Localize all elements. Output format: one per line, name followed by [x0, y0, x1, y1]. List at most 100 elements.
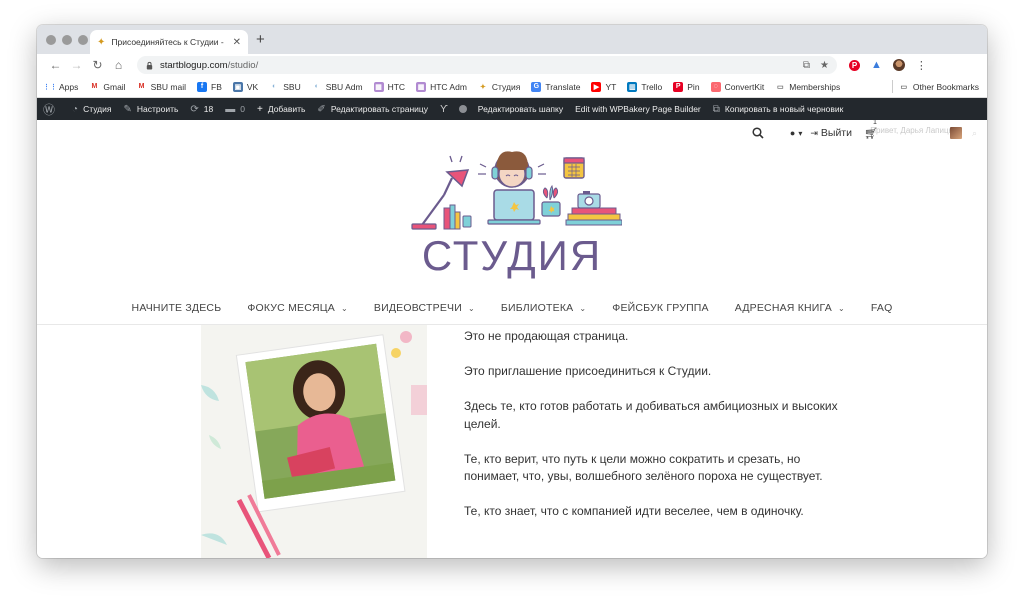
- close-tab-icon[interactable]: ✕: [233, 37, 241, 48]
- page-body-text: Это не продающая страница. Это приглашени…: [464, 328, 844, 538]
- bookmark-item[interactable]: ▶ YT: [591, 81, 616, 92]
- folder-icon: ▭: [776, 83, 784, 91]
- extension-icon[interactable]: ▲: [871, 59, 882, 71]
- translate-page-icon[interactable]: ⧉: [803, 60, 810, 71]
- adminbar-copy-draft-link[interactable]: ⧉ Копировать в новый черновик: [713, 104, 844, 115]
- logout-link[interactable]: ⇥ Выйти: [810, 127, 852, 139]
- bookmark-item[interactable]: f FB: [197, 81, 222, 92]
- htc-icon: ▦: [373, 81, 384, 92]
- adminbar-wpbakery-link[interactable]: Edit with WPBakery Page Builder: [575, 104, 701, 114]
- pinterest-extension-icon[interactable]: P: [849, 59, 860, 71]
- wordpress-icon: Ⓦ: [43, 102, 56, 117]
- zoom-window-button[interactable]: [78, 35, 88, 45]
- nav-item[interactable]: FAQ: [871, 302, 893, 314]
- bookmark-label: SBU: [283, 81, 301, 92]
- bookmark-item[interactable]: ⋮⋮ Apps: [43, 82, 78, 92]
- adminbar-add-new-link[interactable]: + Добавить: [257, 104, 305, 115]
- bookmark-label: Pin: [687, 81, 700, 92]
- bookmark-item[interactable]: ✦ Студия: [478, 82, 520, 92]
- bookmark-item[interactable]: ▭ Memberships: [775, 82, 840, 92]
- bookmarks-bar: ⋮⋮ Apps M Gmail M SBU mail f FB ▣ VK ◐ SBU ◐ SBU Adm ▦…: [37, 76, 987, 98]
- pencil-icon: ✐: [317, 103, 326, 115]
- adminbar-comments-link[interactable]: ▬ 0: [225, 104, 245, 115]
- nav-item-label: FAQ: [870, 302, 893, 314]
- hero-photo: [201, 325, 427, 558]
- bookmark-item[interactable]: ◐ SBU Adm: [312, 82, 363, 92]
- search-icon[interactable]: [752, 127, 764, 139]
- adminbar-yoast-link[interactable]: Ƴ: [440, 104, 453, 115]
- htc-icon: ▦: [416, 81, 427, 92]
- trello-icon: ▥: [627, 81, 638, 92]
- adminbar-site-link[interactable]: ◔ Студия: [72, 104, 111, 115]
- profile-avatar-icon[interactable]: [892, 59, 905, 71]
- chevron-down-icon: ⌄: [467, 303, 475, 313]
- studio-logo[interactable]: СТУДИЯ: [402, 150, 622, 280]
- sbu-icon: ◐: [272, 83, 277, 90]
- bookmark-item[interactable]: ▦ HTC: [373, 81, 405, 92]
- body-paragraph: Те, кто знает, что с компанией идти весе…: [464, 504, 804, 518]
- active-tab[interactable]: ✦ Присоединяйтесь к Студии - ✕: [90, 30, 248, 54]
- adminbar-customize-link[interactable]: ✎ Настроить: [123, 104, 178, 115]
- adminbar-edit-page-link[interactable]: ✐ Редактировать страницу: [317, 104, 428, 115]
- nav-item[interactable]: БИБЛИОТЕКА ⌄: [501, 302, 586, 314]
- nav-item[interactable]: НАЧНИТЕ ЗДЕСЬ: [132, 302, 222, 314]
- adminbar-edit-header-link[interactable]: Редактировать шапку: [478, 104, 563, 114]
- site-page: Привет, Дарья Лапицкая ● ▾ ⇥ Выйти 🛒︎ 1 ⌕: [37, 120, 987, 558]
- user-avatar[interactable]: [949, 127, 962, 139]
- user-icon: ●: [789, 128, 796, 138]
- studio-favicon-icon: ✦: [97, 36, 106, 48]
- chevron-down-icon: ▾: [798, 128, 803, 138]
- adminbar-seo-status[interactable]: [458, 105, 472, 113]
- bookmark-item[interactable]: P Pin: [673, 81, 700, 92]
- other-bookmarks-folder[interactable]: ▭ Other Bookmarks: [899, 82, 979, 92]
- bookmark-item[interactable]: ▦ HTC Adm: [416, 81, 467, 92]
- bookmark-label: ConvertKit: [724, 81, 765, 92]
- reload-icon[interactable]: ↻: [87, 58, 108, 72]
- folder-icon: ▭: [900, 83, 908, 91]
- bookmark-item[interactable]: M Gmail: [89, 82, 125, 92]
- minimize-window-button[interactable]: [62, 35, 72, 45]
- forward-icon[interactable]: →: [66, 58, 87, 72]
- bookmark-item[interactable]: M SBU mail: [137, 82, 186, 92]
- nav-item[interactable]: ФЕЙСБУК ГРУППА: [612, 302, 709, 314]
- address-bar[interactable]: startblogup.com/studio/ ⧉ ★: [137, 56, 837, 74]
- dashboard-icon: ◔: [72, 103, 79, 115]
- photo-collage-image: [201, 325, 427, 558]
- bookmark-item[interactable]: ◐ SBU: [269, 81, 301, 92]
- bookmark-label: SBU mail: [150, 81, 187, 92]
- bookmark-item[interactable]: ◌ ConvertKit: [710, 81, 765, 92]
- body-paragraph: Те, кто верит, что путь к цели можно сок…: [464, 451, 823, 484]
- seo-status-dot-icon: [458, 105, 467, 113]
- plus-icon: +: [257, 103, 263, 115]
- wordpress-logo-button[interactable]: Ⓦ: [43, 101, 60, 118]
- bookmark-star-icon[interactable]: ★: [820, 60, 829, 71]
- new-tab-button[interactable]: +: [256, 32, 265, 47]
- adminbar-updates-link[interactable]: ⟳ 18: [190, 104, 213, 115]
- menu-kebab-icon[interactable]: ⋮: [916, 59, 927, 72]
- bookmark-item[interactable]: ▣ VK: [232, 81, 258, 92]
- wp-admin-bar: Ⓦ ◔ Студия ✎ Настроить ⟳ 18 ▬ 0 + Добавить ✐ Р…: [37, 98, 987, 120]
- translate-icon: G: [531, 81, 542, 92]
- home-icon[interactable]: ⌂: [108, 58, 129, 72]
- back-icon[interactable]: ←: [45, 58, 66, 72]
- comments-count: 0: [240, 104, 245, 114]
- nav-item[interactable]: ВИДЕОВСТРЕЧИ ⌄: [374, 302, 475, 314]
- apps-grid-icon: ⋮⋮: [43, 83, 57, 91]
- comment-icon: ▬: [225, 103, 236, 115]
- bookmark-label: FB: [211, 81, 222, 92]
- bookmark-item[interactable]: G Translate: [531, 81, 580, 92]
- adminbar-customize-label: Настроить: [136, 104, 179, 114]
- bookmark-item[interactable]: ▥ Trello: [627, 81, 662, 92]
- close-window-button[interactable]: [46, 35, 56, 45]
- adminbar-copy-draft-label: Копировать в новый черновик: [724, 104, 844, 114]
- sbu-icon: ◐: [314, 83, 319, 90]
- pinterest-icon: P: [673, 81, 684, 92]
- bookmark-label: Gmail: [103, 81, 126, 92]
- lock-icon: [146, 61, 153, 70]
- cart-button[interactable]: 🛒︎ 1: [864, 120, 878, 140]
- nav-item[interactable]: АДРЕСНАЯ КНИГА ⌄: [735, 302, 845, 314]
- nav-item[interactable]: ФОКУС МЕСЯЦА ⌄: [247, 302, 348, 314]
- vk-icon: ▣: [232, 81, 243, 92]
- account-dropdown[interactable]: ● ▾: [790, 128, 802, 138]
- tab-strip: ✦ Присоединяйтесь к Студии - ✕ +: [37, 25, 987, 54]
